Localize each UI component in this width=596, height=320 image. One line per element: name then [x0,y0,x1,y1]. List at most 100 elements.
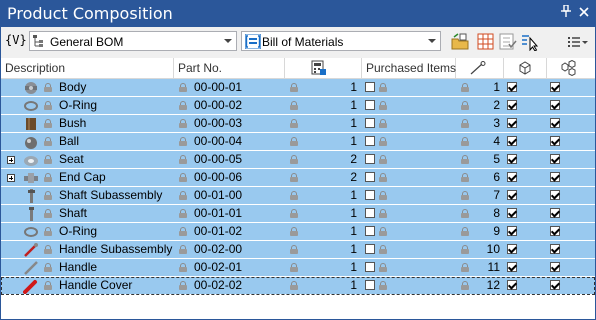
bom-include-checkbox[interactable] [507,280,517,290]
purchased-checkbox[interactable] [365,190,375,200]
table-row[interactable]: O-Ring 00-01-02 1 9 [1,223,595,241]
column-header-quantity[interactable] [285,58,362,78]
bom-include-checkbox[interactable] [507,154,517,164]
purchased-lock-icon [379,263,387,272]
assembly-include-checkbox[interactable] [550,262,560,272]
bom-include-checkbox[interactable] [507,82,517,92]
assembly-include-checkbox[interactable] [550,118,560,128]
purchased-checkbox[interactable] [365,208,375,218]
purchased-checkbox[interactable] [365,100,375,110]
assembly-include-checkbox[interactable] [550,280,560,290]
bom-include-checkbox[interactable] [507,208,517,218]
item-lock-icon [461,281,469,290]
cell-quantity: 1 [350,242,357,256]
purchased-checkbox[interactable] [365,226,375,236]
assembly-include-checkbox[interactable] [550,226,560,236]
assembly-include-checkbox[interactable] [550,244,560,254]
grid-header: Description Part No. Purchased Items [1,58,595,79]
part-no-lock-icon [179,263,187,272]
close-icon[interactable] [579,5,589,21]
cell-part-no: 00-00-04 [194,134,243,148]
column-header-part-no[interactable]: Part No. [174,58,285,78]
cell-quantity: 1 [350,260,357,274]
toolbar: {V} General BOM Bill of Materials [1,27,595,58]
table-row[interactable]: Handle Subassembly 00-02-00 1 10 [1,241,595,259]
purchased-checkbox[interactable] [365,82,375,92]
cube-icon [518,61,532,81]
assembly-include-checkbox[interactable] [550,172,560,182]
purchased-checkbox[interactable] [365,172,375,182]
part-no-lock-icon [179,191,187,200]
column-header-item-number[interactable] [456,58,504,78]
item-lock-icon [461,209,469,218]
purchased-checkbox[interactable] [365,244,375,254]
cell-quantity: 1 [350,278,357,292]
description-lock-icon [44,281,52,290]
cell-description: Shaft Subassembly [59,188,163,202]
purchased-checkbox[interactable] [365,136,375,146]
table-row[interactable]: Shaft Subassembly 00-01-00 1 7 [1,187,595,205]
table-row[interactable]: Body 00-00-01 1 1 [1,79,595,97]
expand-toggle-icon[interactable] [7,156,15,164]
column-header-purchased[interactable]: Purchased Items [362,58,456,78]
table-row[interactable]: Bush 00-00-03 1 3 [1,115,595,133]
assembly-include-checkbox[interactable] [550,154,560,164]
bom-include-checkbox[interactable] [507,172,517,182]
cell-description: O-Ring [59,224,98,238]
cell-part-no: 00-00-05 [194,152,243,166]
item-lock-icon [461,227,469,236]
purchased-checkbox[interactable] [365,262,375,272]
bom-include-checkbox[interactable] [507,262,517,272]
column-header-bom-include[interactable] [504,58,547,78]
table-row[interactable]: O-Ring 00-00-02 1 2 [1,97,595,115]
item-lock-icon [461,137,469,146]
bom-include-checkbox[interactable] [507,136,517,146]
part-no-lock-icon [179,83,187,92]
table-row[interactable]: Handle Cover 00-02-02 1 12 [1,277,595,295]
quantity-lock-icon [290,191,298,200]
select-pointer-icon[interactable] [521,33,539,52]
table-row[interactable]: Handle 00-02-01 1 11 [1,259,595,277]
expand-toggle-icon[interactable] [7,174,15,182]
bom-include-checkbox[interactable] [507,118,517,128]
cell-part-no: 00-01-00 [194,188,243,202]
table-row[interactable]: End Cap 00-00-06 2 6 [1,169,595,187]
assembly-include-checkbox[interactable] [550,136,560,146]
bom-type-dropdown[interactable]: General BOM [29,31,237,51]
purchased-lock-icon [379,101,387,110]
assembly-include-checkbox[interactable] [550,82,560,92]
purchased-checkbox[interactable] [365,154,375,164]
item-lock-icon [461,263,469,272]
column-header-assembly-include[interactable] [547,58,595,78]
checklist-icon[interactable] [499,33,517,51]
cell-part-no: 00-00-03 [194,116,243,130]
purchased-checkbox[interactable] [365,118,375,128]
part-no-lock-icon [179,227,187,236]
export-folder-icon[interactable] [451,33,469,51]
pin-icon[interactable] [561,4,571,21]
variables-button[interactable]: {V} [5,33,27,47]
purchased-lock-icon [379,281,387,290]
bom-include-checkbox[interactable] [507,244,517,254]
description-lock-icon [44,155,52,164]
table-row[interactable]: Ball 00-00-04 1 4 [1,133,595,151]
cell-part-no: 00-00-01 [194,80,243,94]
table-row[interactable]: Shaft 00-01-01 1 8 [1,205,595,223]
assembly-include-checkbox[interactable] [550,208,560,218]
assembly-include-checkbox[interactable] [550,190,560,200]
table-row[interactable]: Seat 00-00-05 2 5 [1,151,595,169]
bom-include-checkbox[interactable] [507,190,517,200]
bom-include-checkbox[interactable] [507,226,517,236]
title-bar: Product Composition [1,1,595,27]
column-header-description[interactable]: Description [1,58,174,78]
assembly-include-checkbox[interactable] [550,100,560,110]
bom-include-checkbox[interactable] [507,100,517,110]
list-options-icon[interactable] [567,33,588,51]
cell-item-number: 3 [493,116,500,130]
purchased-checkbox[interactable] [365,280,375,290]
cell-description: Handle Cover [59,278,133,292]
cell-item-number: 8 [493,206,500,220]
purchased-lock-icon [379,137,387,146]
bom-view-dropdown[interactable]: Bill of Materials [241,31,441,51]
table-settings-icon[interactable] [477,33,495,51]
